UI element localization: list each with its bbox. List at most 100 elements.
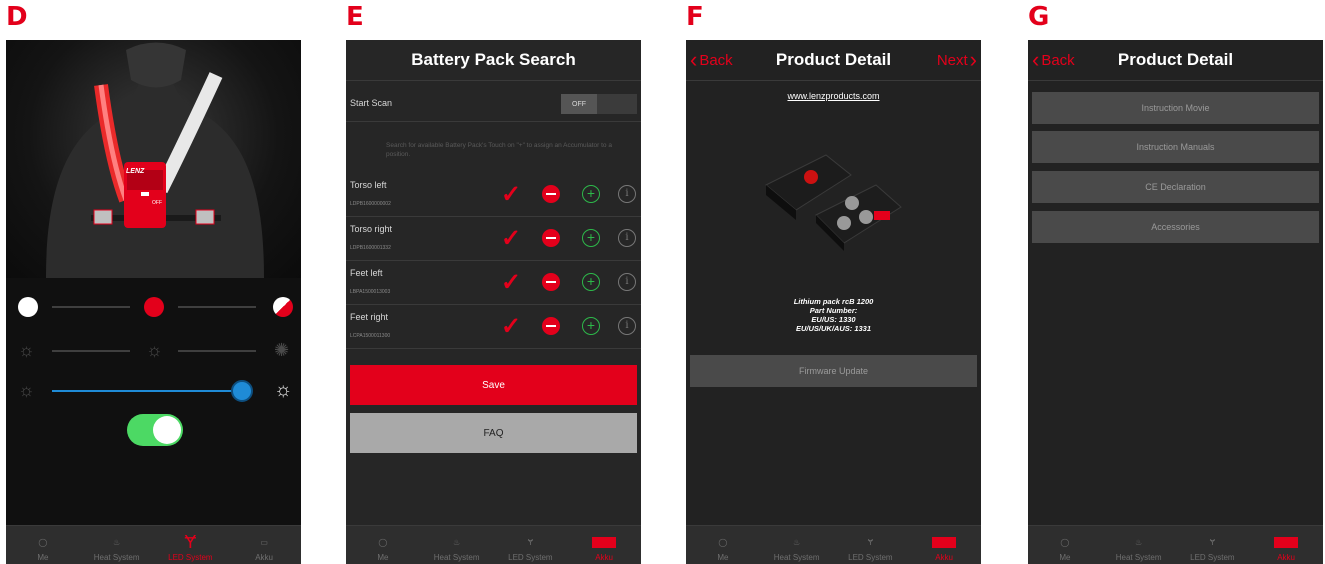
battery-position-row: Torso left LDPB1600000002 ✓ + i <box>346 172 641 217</box>
tab-heat-system[interactable]: ♨ Heat System <box>80 526 154 564</box>
battery-icon <box>932 531 957 553</box>
info-icon[interactable]: i <box>618 229 636 247</box>
tab-heat-system[interactable]: ♨ Heat System <box>1102 526 1176 564</box>
heat-icon: ♨ <box>793 537 801 547</box>
tab-label: LED System <box>848 553 893 562</box>
battery-serial: LDPB1600000002 <box>350 201 391 207</box>
instruction-manuals-button[interactable]: Instruction Manuals <box>1032 131 1319 163</box>
tab-me[interactable]: ◯ Me <box>686 526 760 564</box>
tab-label: Heat System <box>433 553 480 562</box>
tab-me[interactable]: ◯ Me <box>346 526 420 564</box>
scan-hint: Search for available Battery Pack's Touc… <box>386 142 612 158</box>
ce-declaration-button[interactable]: CE Declaration <box>1032 171 1319 203</box>
back-label: Back <box>699 51 733 69</box>
battery-position-row: Torso right LDPB1600001332 ✓ + i <box>346 216 641 261</box>
chevron-right-icon: › <box>969 47 977 72</box>
next-button[interactable]: Next › <box>937 40 977 80</box>
checkmark-icon: ✓ <box>501 181 522 208</box>
instruction-movie-button[interactable]: Instruction Movie <box>1032 92 1319 124</box>
remove-icon[interactable] <box>542 317 560 335</box>
led-power-toggle[interactable] <box>127 414 183 446</box>
color-selector-row <box>6 292 301 322</box>
remove-icon[interactable] <box>542 185 560 203</box>
tab-label: Akku <box>1277 553 1296 562</box>
tab-akku[interactable]: ▭ Akku <box>227 526 301 564</box>
white-color-option[interactable] <box>18 297 38 317</box>
tab-led-system[interactable]: Ɏ LED System <box>494 526 568 564</box>
battery-icon <box>1274 531 1299 553</box>
add-icon[interactable]: + <box>582 229 600 247</box>
product-info: Lithium pack rcB 1200 Part Number: EU/US… <box>686 297 981 333</box>
red-color-option[interactable] <box>144 297 164 317</box>
tab-led-system[interactable]: Ɏ LED System <box>834 526 908 564</box>
accessories-button[interactable]: Accessories <box>1032 211 1319 243</box>
tab-me[interactable]: ◯ Me <box>1028 526 1102 564</box>
part-number-eu-us-uk-aus: EU/US/UK/AUS: 1331 <box>795 324 872 333</box>
tab-akku[interactable]: Akku <box>1249 526 1323 564</box>
tab-led-system[interactable]: Ɏ LED System <box>1176 526 1250 564</box>
scan-toggle[interactable]: OFF <box>561 94 637 114</box>
tab-heat-system[interactable]: ♨ Heat System <box>760 526 834 564</box>
person-icon: ◯ <box>378 537 388 547</box>
mode-selector-row: ☼ ☼ ✺ <box>6 336 301 366</box>
brightness-track[interactable] <box>52 380 253 402</box>
start-scan-label: Start Scan <box>350 98 393 108</box>
part-number-eu-us: EU/US: 1330 <box>811 315 856 324</box>
tab-bar: ◯ Me ♨ Heat System Ɏ LED System Akku <box>346 525 641 564</box>
phone-screen-battery-search: Battery Pack Search Start Scan OFF Searc… <box>346 40 641 564</box>
tab-label: Akku <box>255 553 274 562</box>
brightness-knob[interactable] <box>231 380 253 402</box>
firmware-update-button[interactable]: Firmware Update <box>690 355 977 387</box>
checkmark-icon: ✓ <box>501 313 522 340</box>
add-icon[interactable]: + <box>582 185 600 203</box>
battery-serial: LDPB1600001332 <box>350 245 391 251</box>
vest-logo: LENZ <box>126 168 145 175</box>
info-icon[interactable]: i <box>618 273 636 291</box>
tab-bar: ◯ Me ♨ Heat System Ɏ LED System Akku <box>1028 525 1323 564</box>
brightness-fill <box>52 390 242 392</box>
brightness-low-icon: ☼ <box>18 380 35 400</box>
faq-button[interactable]: FAQ <box>350 413 637 453</box>
info-icon[interactable]: i <box>618 185 636 203</box>
position-name: Torso right <box>350 224 393 234</box>
tab-label: Me <box>377 553 389 562</box>
tab-me[interactable]: ◯ Me <box>6 526 80 564</box>
brightness-high-icon: ☼ <box>274 379 293 401</box>
back-button[interactable]: ‹ Back <box>690 40 733 80</box>
vest-on-torso-image <box>46 42 264 278</box>
panel-letter-e: E <box>346 2 364 32</box>
tab-led-system[interactable]: Ɏ LED System <box>154 526 228 564</box>
add-icon[interactable]: + <box>582 273 600 291</box>
sun-icon[interactable]: ☼ <box>18 340 35 361</box>
battery-icon: ▭ <box>260 537 268 547</box>
tab-label: Akku <box>935 553 954 562</box>
tab-akku[interactable]: Akku <box>907 526 981 564</box>
toggle-knob <box>153 416 181 444</box>
add-icon[interactable]: + <box>582 317 600 335</box>
tab-akku[interactable]: Akku <box>567 526 641 564</box>
vest-badge: OFF <box>152 200 162 206</box>
remove-icon[interactable] <box>542 273 560 291</box>
remove-icon[interactable] <box>542 229 560 247</box>
blink-sun-icon[interactable]: ✺ <box>274 340 289 361</box>
save-button[interactable]: Save <box>350 365 637 405</box>
chevron-left-icon: ‹ <box>1032 47 1040 72</box>
brightness-slider-row: ☼ ☼ <box>6 376 301 406</box>
tab-heat-system[interactable]: ♨ Heat System <box>420 526 494 564</box>
website-link[interactable]: www.lenzproducts.com <box>686 91 981 101</box>
position-name: Feet left <box>350 268 383 278</box>
sun-icon[interactable]: ☼ <box>146 340 163 361</box>
person-icon: ◯ <box>718 537 728 547</box>
chevron-left-icon: ‹ <box>690 47 698 72</box>
phone-screen-led: LENZ OFF ☼ ☼ ✺ ☼ ☼ ◯ Me ♨ Heat System Ɏ LED… <box>6 40 301 564</box>
info-icon[interactable]: i <box>618 317 636 335</box>
mixed-color-option[interactable] <box>273 297 293 317</box>
battery-position-row: Feet right LCPA1500011300 ✓ + i <box>346 304 641 349</box>
phone-screen-product-detail: Product Detail ‹ Back Next › www.lenzprodu… <box>686 40 981 564</box>
next-label: Next <box>936 51 968 69</box>
back-button[interactable]: ‹ Back <box>1032 40 1075 80</box>
led-vest-icon: Ɏ <box>184 531 197 552</box>
page-title: Battery Pack Search <box>346 40 641 81</box>
panel-letter-g: G <box>1028 2 1050 32</box>
heat-icon: ♨ <box>453 537 461 547</box>
